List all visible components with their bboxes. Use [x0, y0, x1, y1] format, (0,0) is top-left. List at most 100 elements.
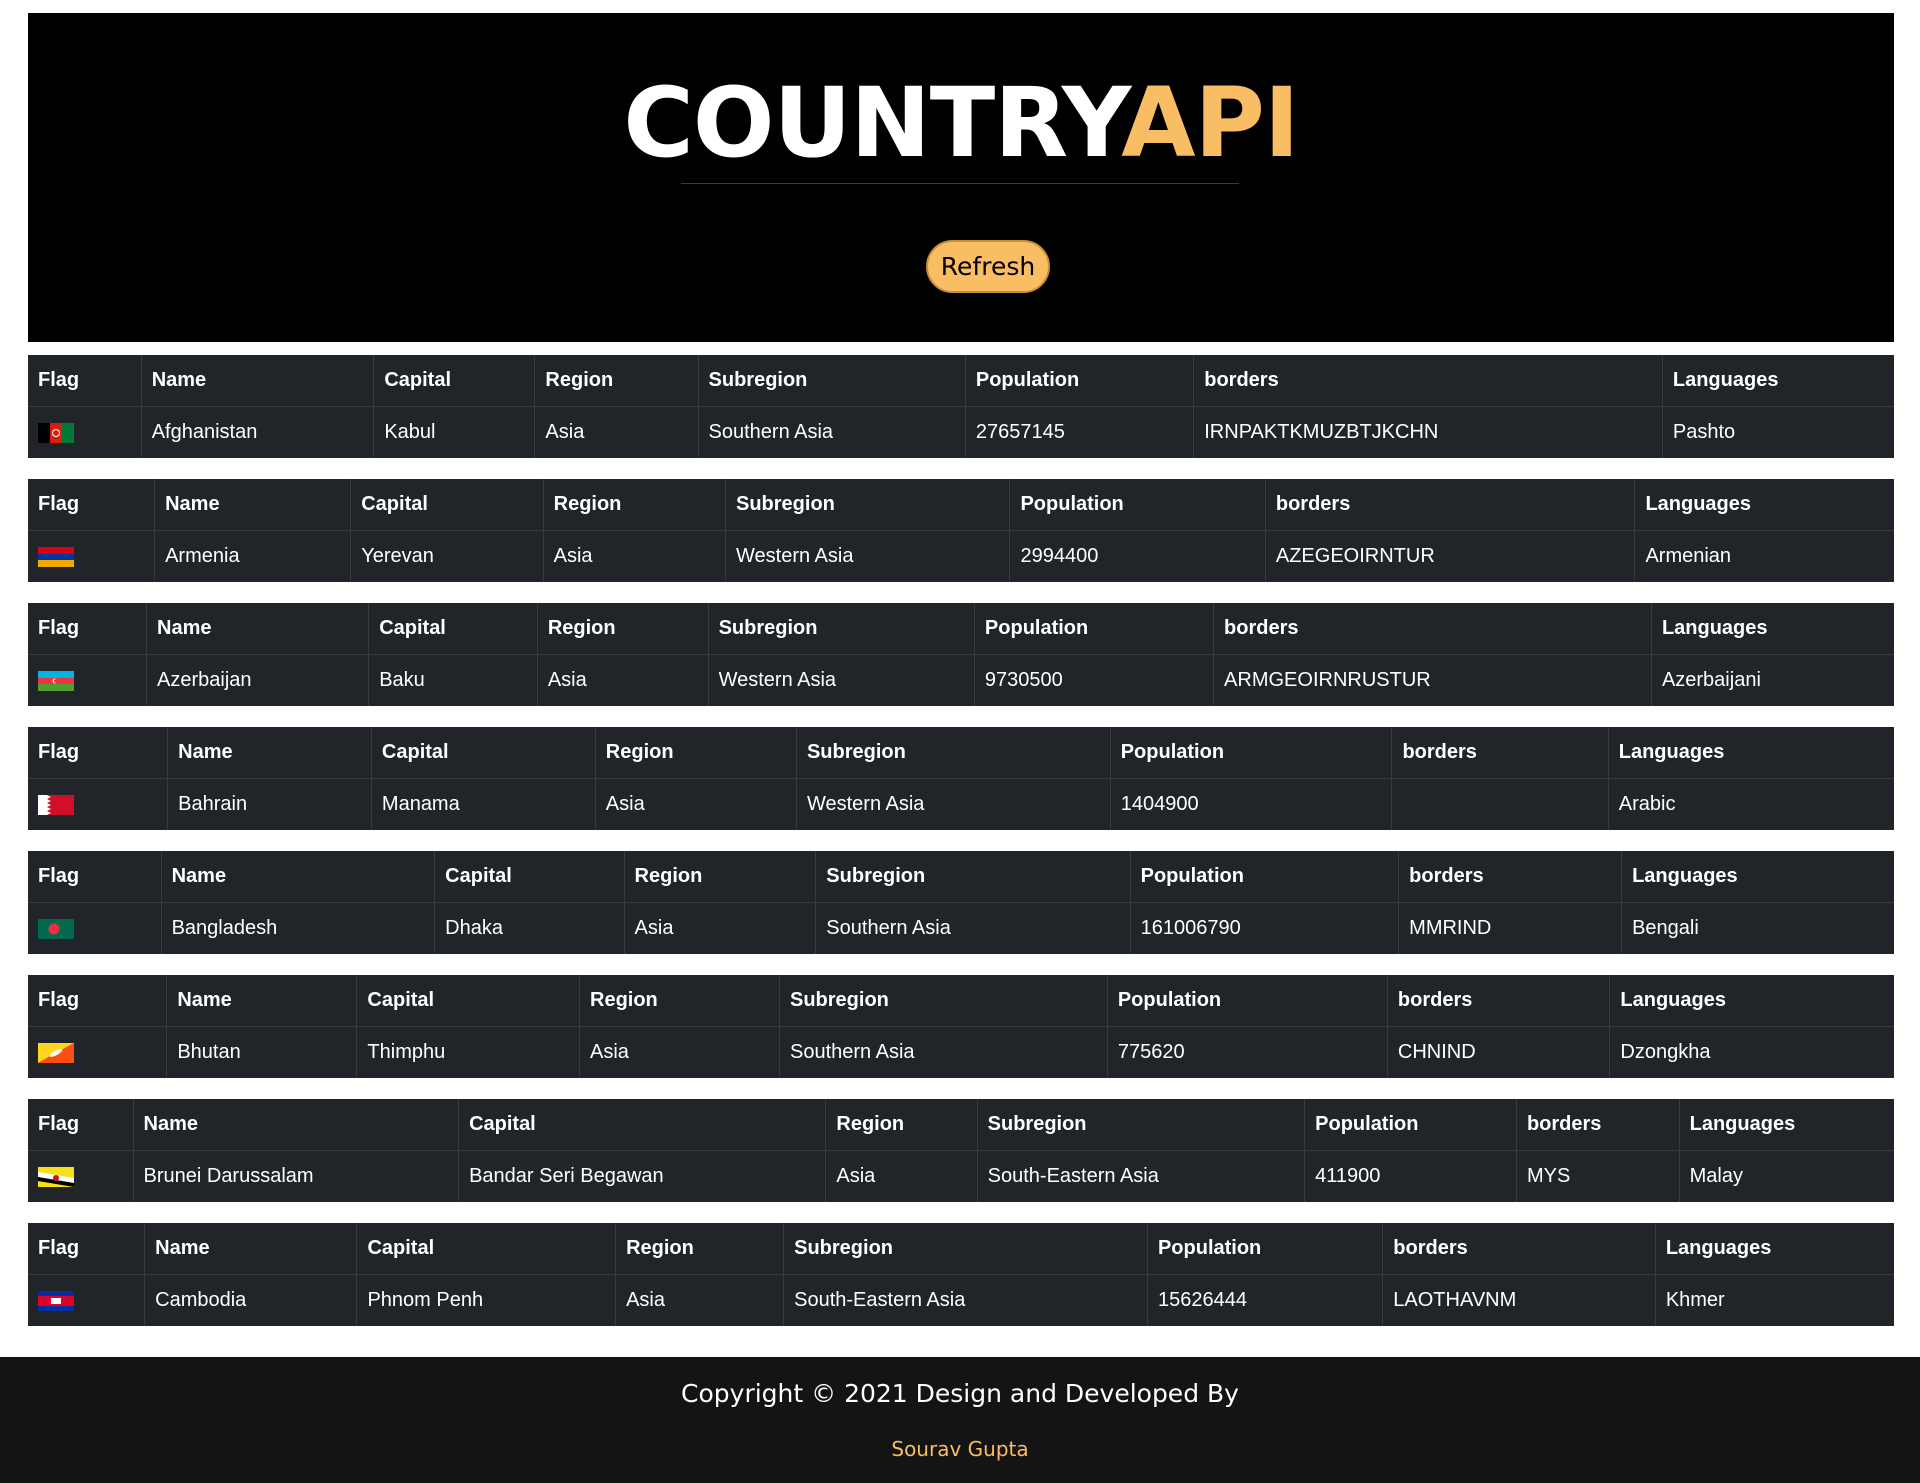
population-cell: 161006790: [1129, 902, 1399, 954]
cambodia-flag-icon: [38, 1290, 74, 1311]
column-header-name: Name: [154, 479, 351, 531]
column-header-capital: Capital: [373, 355, 535, 407]
subregion-cell: South-Eastern Asia: [783, 1274, 1148, 1326]
column-header-name: Name: [132, 1099, 459, 1151]
column-header-flag: Flag: [28, 727, 168, 779]
country-table: Flag Name Capital Region Subregion Population…: [28, 975, 1894, 1078]
column-header-capital: Capital: [368, 603, 538, 655]
capital-cell: Thimphu: [356, 1026, 580, 1078]
languages-cell: Malay: [1678, 1150, 1894, 1202]
bhutan-flag-icon: [38, 1042, 74, 1063]
footer-author-link[interactable]: Sourav Gupta: [0, 1437, 1920, 1461]
column-header-subregion: Subregion: [724, 479, 1010, 531]
refresh-button[interactable]: Refresh: [926, 240, 1050, 293]
column-header-capital: Capital: [370, 727, 596, 779]
name-cell: Bangladesh: [160, 902, 435, 954]
region-cell: Asia: [825, 1150, 978, 1202]
column-header-capital: Capital: [434, 851, 625, 903]
country-table: Flag Name Capital Region Subregion Population…: [28, 603, 1894, 706]
population-cell: 775620: [1106, 1026, 1388, 1078]
region-cell: Asia: [579, 1026, 780, 1078]
column-header-population: Population: [973, 603, 1214, 655]
table-row: Azerbaijan Baku Asia Western Asia 9730500 ARM…: [28, 654, 1894, 706]
column-header-region: Region: [579, 975, 780, 1027]
column-header-capital: Capital: [350, 479, 544, 531]
region-cell: Asia: [623, 902, 816, 954]
table-row: Brunei Darussalam Bandar Seri Begawan Asia…: [28, 1150, 1894, 1202]
column-header-region: Region: [594, 727, 797, 779]
country-table: Flag Name Capital Region Subregion Population…: [28, 727, 1894, 830]
borders-cell: ARMGEOIRNRUSTUR: [1213, 654, 1652, 706]
column-header-population: Population: [1129, 851, 1399, 903]
column-header-borders: borders: [1193, 355, 1663, 407]
flag-cell: [28, 903, 161, 955]
azerbaijan-flag-icon: [38, 670, 74, 691]
column-header-languages: Languages: [1654, 1223, 1894, 1275]
column-header-borders: borders: [1382, 1223, 1656, 1275]
name-cell: Afghanistan: [140, 406, 374, 458]
footer-copyright: Copyright © 2021 Design and Developed By: [681, 1379, 1239, 1408]
column-header-flag: Flag: [28, 1099, 133, 1151]
subregion-cell: Southern Asia: [779, 1026, 1108, 1078]
country-table: Flag Name Capital Region Subregion Population…: [28, 851, 1894, 954]
flag-cell: [28, 407, 141, 459]
region-cell: Asia: [534, 406, 699, 458]
column-header-subregion: Subregion: [697, 355, 966, 407]
table-header-row: Flag Name Capital Region Subregion Population…: [28, 975, 1894, 1027]
column-header-capital: Capital: [356, 1223, 616, 1275]
subregion-cell: Western Asia: [707, 654, 975, 706]
table-row: Bhutan Thimphu Asia Southern Asia 775620 CHNI…: [28, 1026, 1894, 1079]
flag-cell: [28, 779, 168, 831]
column-header-name: Name: [160, 851, 435, 903]
title-main: COUNTRY: [623, 67, 1122, 179]
subregion-cell: South-Eastern Asia: [976, 1150, 1305, 1202]
column-header-borders: borders: [1515, 1099, 1680, 1151]
column-header-subregion: Subregion: [779, 975, 1108, 1027]
population-cell: 15626444: [1146, 1274, 1383, 1326]
column-header-flag: Flag: [28, 603, 147, 655]
borders-cell: CHNIND: [1386, 1026, 1610, 1078]
name-cell: Bhutan: [166, 1026, 357, 1078]
column-header-population: Population: [1106, 975, 1388, 1027]
column-header-borders: borders: [1264, 479, 1635, 531]
population-cell: 27657145: [964, 406, 1194, 458]
table-row: Cambodia Phnom Penh Asia South-Eastern Asia…: [28, 1274, 1894, 1327]
column-header-languages: Languages: [1607, 727, 1894, 779]
column-header-region: Region: [542, 479, 726, 531]
population-cell: 1404900: [1109, 778, 1392, 830]
table-header-row: Flag Name Capital Region Subregion Population…: [28, 603, 1894, 655]
column-header-region: Region: [615, 1223, 784, 1275]
column-header-region: Region: [623, 851, 816, 903]
borders-cell: MMRIND: [1398, 902, 1622, 954]
flag-cell: [28, 531, 155, 583]
table-row: Armenia Yerevan Asia Western Asia 2994400 AZE…: [28, 530, 1894, 583]
column-header-languages: Languages: [1661, 355, 1894, 407]
table-header-row: Flag Name Capital Region Subregion Population…: [28, 1099, 1894, 1151]
country-table: Flag Name Capital Region Subregion Population…: [28, 355, 1894, 458]
flag-cell: [28, 1275, 145, 1327]
flag-cell: [28, 1027, 167, 1079]
footer: Copyright © 2021 Design and Developed By…: [0, 1357, 1920, 1483]
population-cell: 411900: [1304, 1150, 1517, 1202]
bangladesh-flag-icon: [38, 918, 74, 939]
column-header-subregion: Subregion: [707, 603, 975, 655]
column-header-subregion: Subregion: [815, 851, 1131, 903]
table-row: Bahrain Manama Asia Western Asia 1404900 Arab…: [28, 778, 1894, 831]
column-header-name: Name: [146, 603, 369, 655]
region-cell: Asia: [594, 778, 797, 830]
subregion-cell: Southern Asia: [697, 406, 966, 458]
name-cell: Bahrain: [167, 778, 372, 830]
column-header-borders: borders: [1391, 727, 1609, 779]
region-cell: Asia: [536, 654, 709, 706]
borders-cell: [1391, 778, 1609, 830]
languages-cell: Khmer: [1654, 1274, 1894, 1326]
column-header-population: Population: [964, 355, 1194, 407]
column-header-languages: Languages: [1621, 851, 1894, 903]
table-header-row: Flag Name Capital Region Subregion Population…: [28, 479, 1894, 531]
table-header-row: Flag Name Capital Region Subregion Population…: [28, 851, 1894, 903]
table-header-row: Flag Name Capital Region Subregion Population…: [28, 355, 1894, 407]
armenia-flag-icon: [38, 546, 74, 567]
name-cell: Brunei Darussalam: [132, 1150, 459, 1202]
languages-cell: Pashto: [1661, 406, 1894, 458]
name-cell: Azerbaijan: [146, 654, 369, 706]
